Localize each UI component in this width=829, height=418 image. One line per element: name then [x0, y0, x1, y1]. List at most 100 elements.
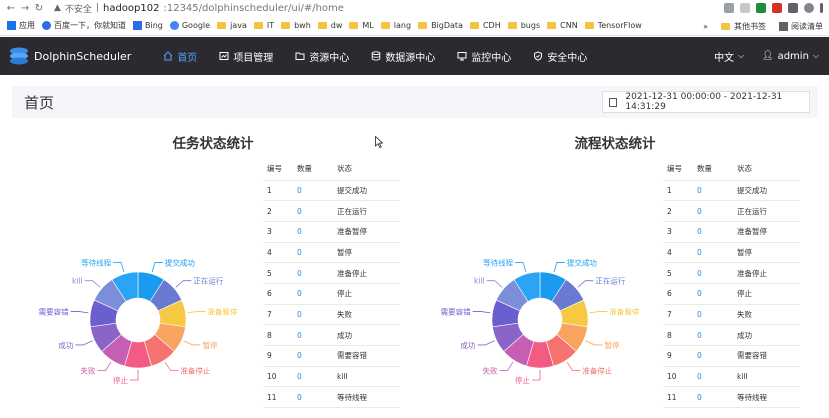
menu-resource[interactable]: 资源中心 — [295, 49, 349, 64]
date-range-picker[interactable]: 2021-12-31 00:00:00 - 2021-12-31 14:31:2… — [602, 91, 810, 113]
chevron-down-icon: ⌵ — [738, 51, 745, 60]
cell-count[interactable]: 0 — [693, 262, 733, 284]
bookmark-baidu[interactable]: 百度一下，你就知道 — [42, 20, 126, 31]
cell-count[interactable]: 0 — [693, 304, 733, 326]
cell-count[interactable]: 0 — [693, 200, 733, 222]
bookmark-bugs[interactable]: bugs — [507, 21, 540, 30]
forward-icon[interactable]: → — [18, 3, 32, 14]
task-stats-title: 任务状态统计 — [172, 136, 254, 152]
cell-state: 正在运行 — [333, 200, 400, 222]
cell-state: 失败 — [733, 304, 800, 326]
cell-count[interactable]: 0 — [693, 221, 733, 243]
logo[interactable]: DolphinScheduler — [8, 46, 131, 66]
cell-id: 1 — [663, 180, 693, 202]
bookmark-dw[interactable]: dw — [317, 21, 342, 30]
menu-datasource[interactable]: 数据源中心 — [371, 49, 435, 64]
menu-security[interactable]: 安全中心 — [533, 49, 587, 64]
cell-count[interactable]: 0 — [293, 345, 333, 367]
cell-count[interactable]: 0 — [293, 262, 333, 284]
cell-id: 7 — [263, 304, 293, 326]
url-field[interactable]: ▲ 不安全 | hadoop102:12345/dolphinscheduler… — [54, 2, 344, 15]
google-icon — [169, 21, 179, 30]
bookmark-java[interactable]: java — [217, 21, 247, 30]
cell-count[interactable]: 0 — [293, 180, 333, 202]
bookmark-bing[interactable]: Bing — [133, 21, 163, 30]
label-line-5 — [130, 370, 139, 381]
monitor-icon — [457, 52, 467, 61]
browser-menu-icon[interactable] — [820, 3, 823, 13]
user-menu[interactable]: 👤︎ admin ⌵ — [762, 51, 819, 62]
table-row: 4 0 暂停 — [263, 242, 400, 264]
back-icon[interactable]: ← — [4, 3, 18, 14]
cell-state: 准备停止 — [333, 262, 400, 284]
bookmark-google[interactable]: Google — [169, 21, 210, 30]
bookmark-cdh[interactable]: CDH — [469, 21, 501, 30]
label-line-9 — [486, 280, 503, 288]
shield-extension-icon[interactable] — [756, 3, 766, 13]
project-icon — [219, 52, 229, 60]
pdf-extension-icon[interactable] — [772, 3, 782, 13]
slice-label-7: 成功 — [58, 340, 73, 350]
bookmarks-overflow[interactable]: » — [703, 22, 708, 31]
cell-count[interactable]: 0 — [293, 366, 333, 388]
slice-label-10: 等待线程 — [483, 257, 513, 267]
cell-count[interactable]: 0 — [293, 242, 333, 264]
cell-id: 10 — [263, 366, 293, 388]
extension-icon[interactable] — [788, 3, 798, 13]
menu-home[interactable]: 首页 — [163, 49, 197, 64]
slice-label-6: 失败 — [81, 365, 96, 375]
slice-label-1: 正在运行 — [193, 276, 223, 286]
cell-count[interactable]: 0 — [293, 304, 333, 326]
share-icon[interactable] — [724, 3, 734, 13]
header-right: 中文 ⌵ 👤︎ admin ⌵ — [714, 37, 819, 75]
database-icon — [372, 51, 381, 61]
cell-count[interactable]: 0 — [693, 386, 733, 409]
bookmark-bwh[interactable]: bwh — [281, 21, 311, 30]
bookmark-cnn[interactable]: CNN — [547, 21, 578, 30]
bookmark-ml[interactable]: ML — [349, 21, 374, 30]
cell-count[interactable]: 0 — [693, 283, 733, 305]
bookmark-lang[interactable]: lang — [380, 21, 411, 30]
cell-count[interactable]: 0 — [293, 221, 333, 243]
cell-count[interactable]: 0 — [693, 366, 733, 388]
cell-state: 正在运行 — [733, 200, 800, 222]
table-row: 9 0 需要容错 — [663, 345, 800, 367]
process-stats-title: 流程状态统计 — [574, 136, 656, 152]
folder-icon — [507, 22, 517, 29]
bookmark-other[interactable]: 其他书签 — [721, 21, 766, 32]
star-icon[interactable] — [740, 3, 750, 13]
bing-icon — [133, 21, 142, 30]
cell-count[interactable]: 0 — [293, 283, 333, 305]
profile-icon[interactable] — [804, 3, 814, 13]
cell-count[interactable]: 0 — [293, 386, 333, 409]
bookmark-apps[interactable]: 应用 — [7, 20, 35, 31]
cell-count[interactable]: 0 — [693, 345, 733, 367]
label-line-10 — [515, 262, 527, 273]
reading-list[interactable]: 阅读清单 — [779, 21, 823, 32]
cell-state: 成功 — [333, 324, 400, 346]
folder-icon — [281, 22, 291, 29]
bookmark-it[interactable]: IT — [253, 21, 274, 30]
bookmark-bigdata[interactable]: BigData — [418, 21, 463, 30]
table-row: 7 0 失败 — [263, 304, 400, 326]
cell-count[interactable]: 0 — [293, 324, 333, 346]
slice-label-1: 正在运行 — [595, 276, 625, 286]
table-row: 1 0 提交成功 — [663, 180, 800, 202]
cell-count[interactable]: 0 — [693, 242, 733, 264]
bookmark-tensorflow[interactable]: TensorFlow — [584, 21, 642, 30]
menu-monitor[interactable]: 监控中心 — [457, 49, 511, 64]
cell-count[interactable]: 0 — [693, 180, 733, 202]
table-row: 7 0 失败 — [663, 304, 800, 326]
table-row: 8 0 成功 — [663, 324, 800, 346]
folder-icon — [349, 22, 359, 29]
label-line-4 — [164, 361, 179, 371]
language-switch[interactable]: 中文 ⌵ — [714, 49, 744, 64]
cell-id: 7 — [663, 304, 693, 326]
cell-count[interactable]: 0 — [293, 200, 333, 222]
cell-state: 成功 — [733, 324, 800, 346]
menu-project[interactable]: 项目管理 — [219, 49, 273, 64]
cell-count[interactable]: 0 — [693, 324, 733, 346]
reload-icon[interactable]: ↻ — [32, 3, 46, 14]
folder-icon — [584, 22, 594, 29]
column-header: 状态 — [733, 158, 800, 181]
